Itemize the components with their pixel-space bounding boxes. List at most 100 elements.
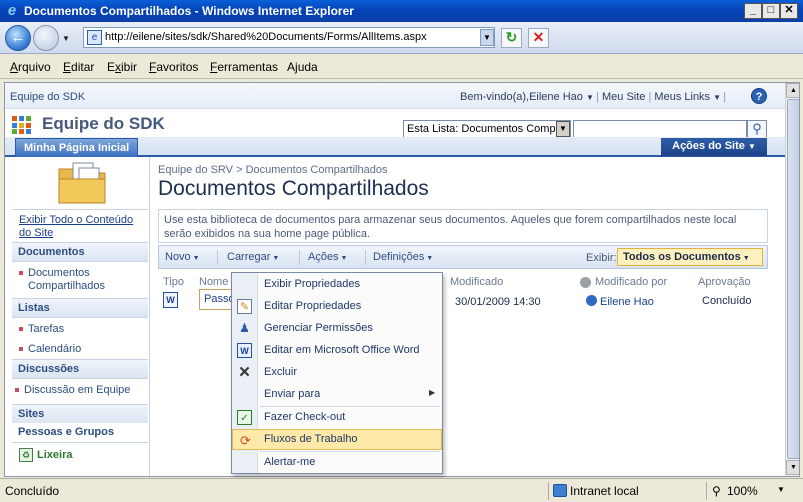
word-icon: W [237, 343, 252, 358]
address-text: http://eilene/sites/sdk/Shared%20Documen… [105, 31, 427, 43]
recent-pages-dropdown-icon[interactable]: ▼ [62, 34, 70, 43]
sharepoint-global-bar: Equipe do SDK Bem-vindo(a),Eilene Hao ▼ … [5, 83, 785, 109]
quick-launch: Exibir Todo o Conteúdo do Site Documento… [5, 157, 150, 476]
chevron-down-icon: ▼ [424, 255, 434, 262]
menu-view[interactable]: Exibir [107, 60, 137, 74]
nav-item-calendar[interactable]: Calendário [19, 343, 81, 356]
zoom-control[interactable]: ⚲ 100% ▼ [706, 482, 800, 500]
site-actions-menu[interactable]: Ações do Site ▼ [661, 138, 767, 156]
menu-help[interactable]: Ajuda [287, 60, 318, 74]
menu-edit[interactable]: Editar [63, 60, 94, 74]
site-home-link[interactable]: Equipe do SDK [10, 91, 85, 103]
recycle-bin-link[interactable]: Lixeira [37, 449, 72, 461]
view-all-content-link[interactable]: Exibir Todo o Conteúdo do Site [19, 214, 144, 240]
my-site-link[interactable]: Meu Site [602, 91, 645, 103]
security-zone[interactable]: Intranet local [548, 482, 703, 500]
tab-home[interactable]: Minha Página Inicial [15, 138, 139, 157]
site-title[interactable]: Equipe do SDK [42, 114, 165, 134]
menu-tools[interactable]: Ferramentas [210, 60, 278, 74]
vertical-scrollbar[interactable]: ▲ ▼ [785, 83, 799, 476]
modified-date: 30/01/2009 14:30 [455, 296, 541, 308]
search-scope-select[interactable]: Esta Lista: Documentos Compa [403, 120, 571, 138]
minimize-button[interactable]: _ [744, 3, 762, 19]
back-button[interactable]: ← [5, 25, 31, 51]
menu-favorites[interactable]: Favoritos [149, 60, 198, 74]
refresh-button[interactable]: ↻ [501, 28, 522, 48]
nav-heading-discussions[interactable]: Discussões [12, 359, 148, 379]
modified-by-link[interactable]: Eilene Hao [600, 296, 654, 308]
search-icon[interactable]: ⚲ [747, 120, 767, 138]
window-title-bar[interactable]: e Documentos Compartilhados - Windows In… [0, 0, 803, 22]
menu-item-edit-properties[interactable]: ✎ Editar Propriedades [232, 296, 442, 317]
settings-label: Definições [373, 251, 425, 263]
menu-file[interactable]: Arquivo [10, 60, 51, 74]
view-selector[interactable]: Todos os Documentos ▼ [617, 248, 763, 266]
stop-button[interactable]: ✕ [528, 28, 549, 48]
menu-item-view-properties[interactable]: Exibir Propriedades [232, 274, 442, 295]
toolbar-divider [365, 250, 366, 265]
chevron-down-icon: ▼ [740, 255, 750, 262]
chevron-down-icon: ▼ [713, 93, 724, 102]
menu-item-send-to[interactable]: Enviar para ▶ [232, 384, 442, 405]
library-description: Use esta biblioteca de documentos para a… [158, 209, 768, 243]
menu-item-label: Fazer Check-out [264, 411, 346, 423]
column-header-modified-by[interactable]: Modificado por [595, 276, 667, 288]
column-header-name[interactable]: Nome [199, 276, 228, 288]
breadcrumb-link-site[interactable]: Equipe do SRV [158, 164, 233, 176]
item-context-menu: Exibir Propriedades ✎ Editar Propriedade… [231, 272, 443, 474]
scope-dropdown-icon[interactable]: ▼ [556, 121, 570, 137]
address-dropdown-icon[interactable]: ▼ [480, 29, 494, 46]
maximize-button[interactable]: □ [762, 3, 780, 19]
nav-item-shared-documents[interactable]: Documentos Compartilhados [19, 267, 144, 293]
status-text: Concluído [5, 484, 60, 498]
my-links-link[interactable]: Meus Links [654, 91, 710, 103]
menu-item-delete[interactable]: ✕ Excluir [232, 362, 442, 383]
ie-logo-icon: e [7, 2, 17, 19]
upload-menu[interactable]: Carregar ▼ [227, 251, 279, 263]
menu-item-edit-in-word[interactable]: W Editar em Microsoft Office Word [232, 340, 442, 361]
column-header-approval[interactable]: Aprovação [698, 276, 751, 288]
top-nav-bar: Minha Página Inicial Ações do Site ▼ [5, 137, 785, 157]
menu-item-manage-permissions[interactable]: ♟ Gerenciar Permissões [232, 318, 442, 339]
welcome-text[interactable]: Bem-vindo(a),Eilene Hao [460, 91, 583, 103]
zoom-icon: ⚲ [712, 484, 721, 498]
nav-heading-people-groups[interactable]: Pessoas e Grupos [12, 423, 148, 443]
help-icon[interactable]: ? [751, 88, 767, 104]
chevron-down-icon: ▼ [270, 255, 280, 262]
site-actions-label: Ações do Site [672, 140, 745, 152]
nav-heading-sites[interactable]: Sites [12, 404, 148, 424]
welcome-menu[interactable]: Bem-vindo(a),Eilene Hao ▼ | Meu Site | M… [460, 91, 726, 103]
actions-menu[interactable]: Ações ▼ [308, 251, 347, 263]
close-button[interactable]: ✕ [780, 3, 798, 19]
menu-item-alert-me[interactable]: Alertar-me [232, 452, 442, 473]
new-menu[interactable]: Novo ▼ [165, 251, 200, 263]
address-input[interactable]: e http://eilene/sites/sdk/Shared%20Docum… [83, 27, 495, 48]
settings-menu[interactable]: Definições ▼ [373, 251, 433, 263]
menu-item-check-out[interactable]: ✓ Fazer Check-out [232, 407, 442, 428]
scroll-up-icon[interactable]: ▲ [786, 83, 799, 98]
column-header-type[interactable]: Tipo [163, 276, 184, 288]
menu-item-label: Fluxos de Trabalho [264, 433, 358, 445]
search-input[interactable] [573, 120, 747, 138]
recycle-bin-icon: ♻ [19, 448, 33, 462]
scroll-thumb[interactable] [787, 99, 799, 459]
workflow-icon: ⟳ [240, 433, 251, 448]
nav-item-label: Tarefas [28, 323, 65, 335]
breadcrumb-link-library[interactable]: Documentos Compartilhados [246, 164, 388, 176]
nav-item-team-discussion[interactable]: Discussão em Equipe [15, 384, 130, 397]
menu-item-label: Editar em Microsoft Office Word [264, 344, 420, 356]
scroll-down-icon[interactable]: ▼ [786, 460, 799, 475]
nav-heading-documents[interactable]: Documentos [12, 242, 148, 262]
bullet-icon [19, 271, 23, 276]
site-logo-icon [12, 116, 31, 134]
nav-item-tasks[interactable]: Tarefas [19, 323, 64, 336]
word-document-icon[interactable]: W [163, 292, 178, 308]
column-header-modified[interactable]: Modificado [450, 276, 503, 288]
address-toolbar: ← → ▼ e http://eilene/sites/sdk/Shared%2… [0, 22, 803, 54]
nav-heading-lists[interactable]: Listas [12, 298, 148, 318]
security-zone-label: Intranet local [570, 484, 639, 498]
menu-item-workflows[interactable]: ⟳ Fluxos de Trabalho [232, 429, 442, 450]
nav-item-label: Documentos Compartilhados [28, 267, 106, 292]
forward-button[interactable]: → [33, 25, 59, 51]
zoom-dropdown-icon[interactable]: ▼ [777, 485, 785, 494]
